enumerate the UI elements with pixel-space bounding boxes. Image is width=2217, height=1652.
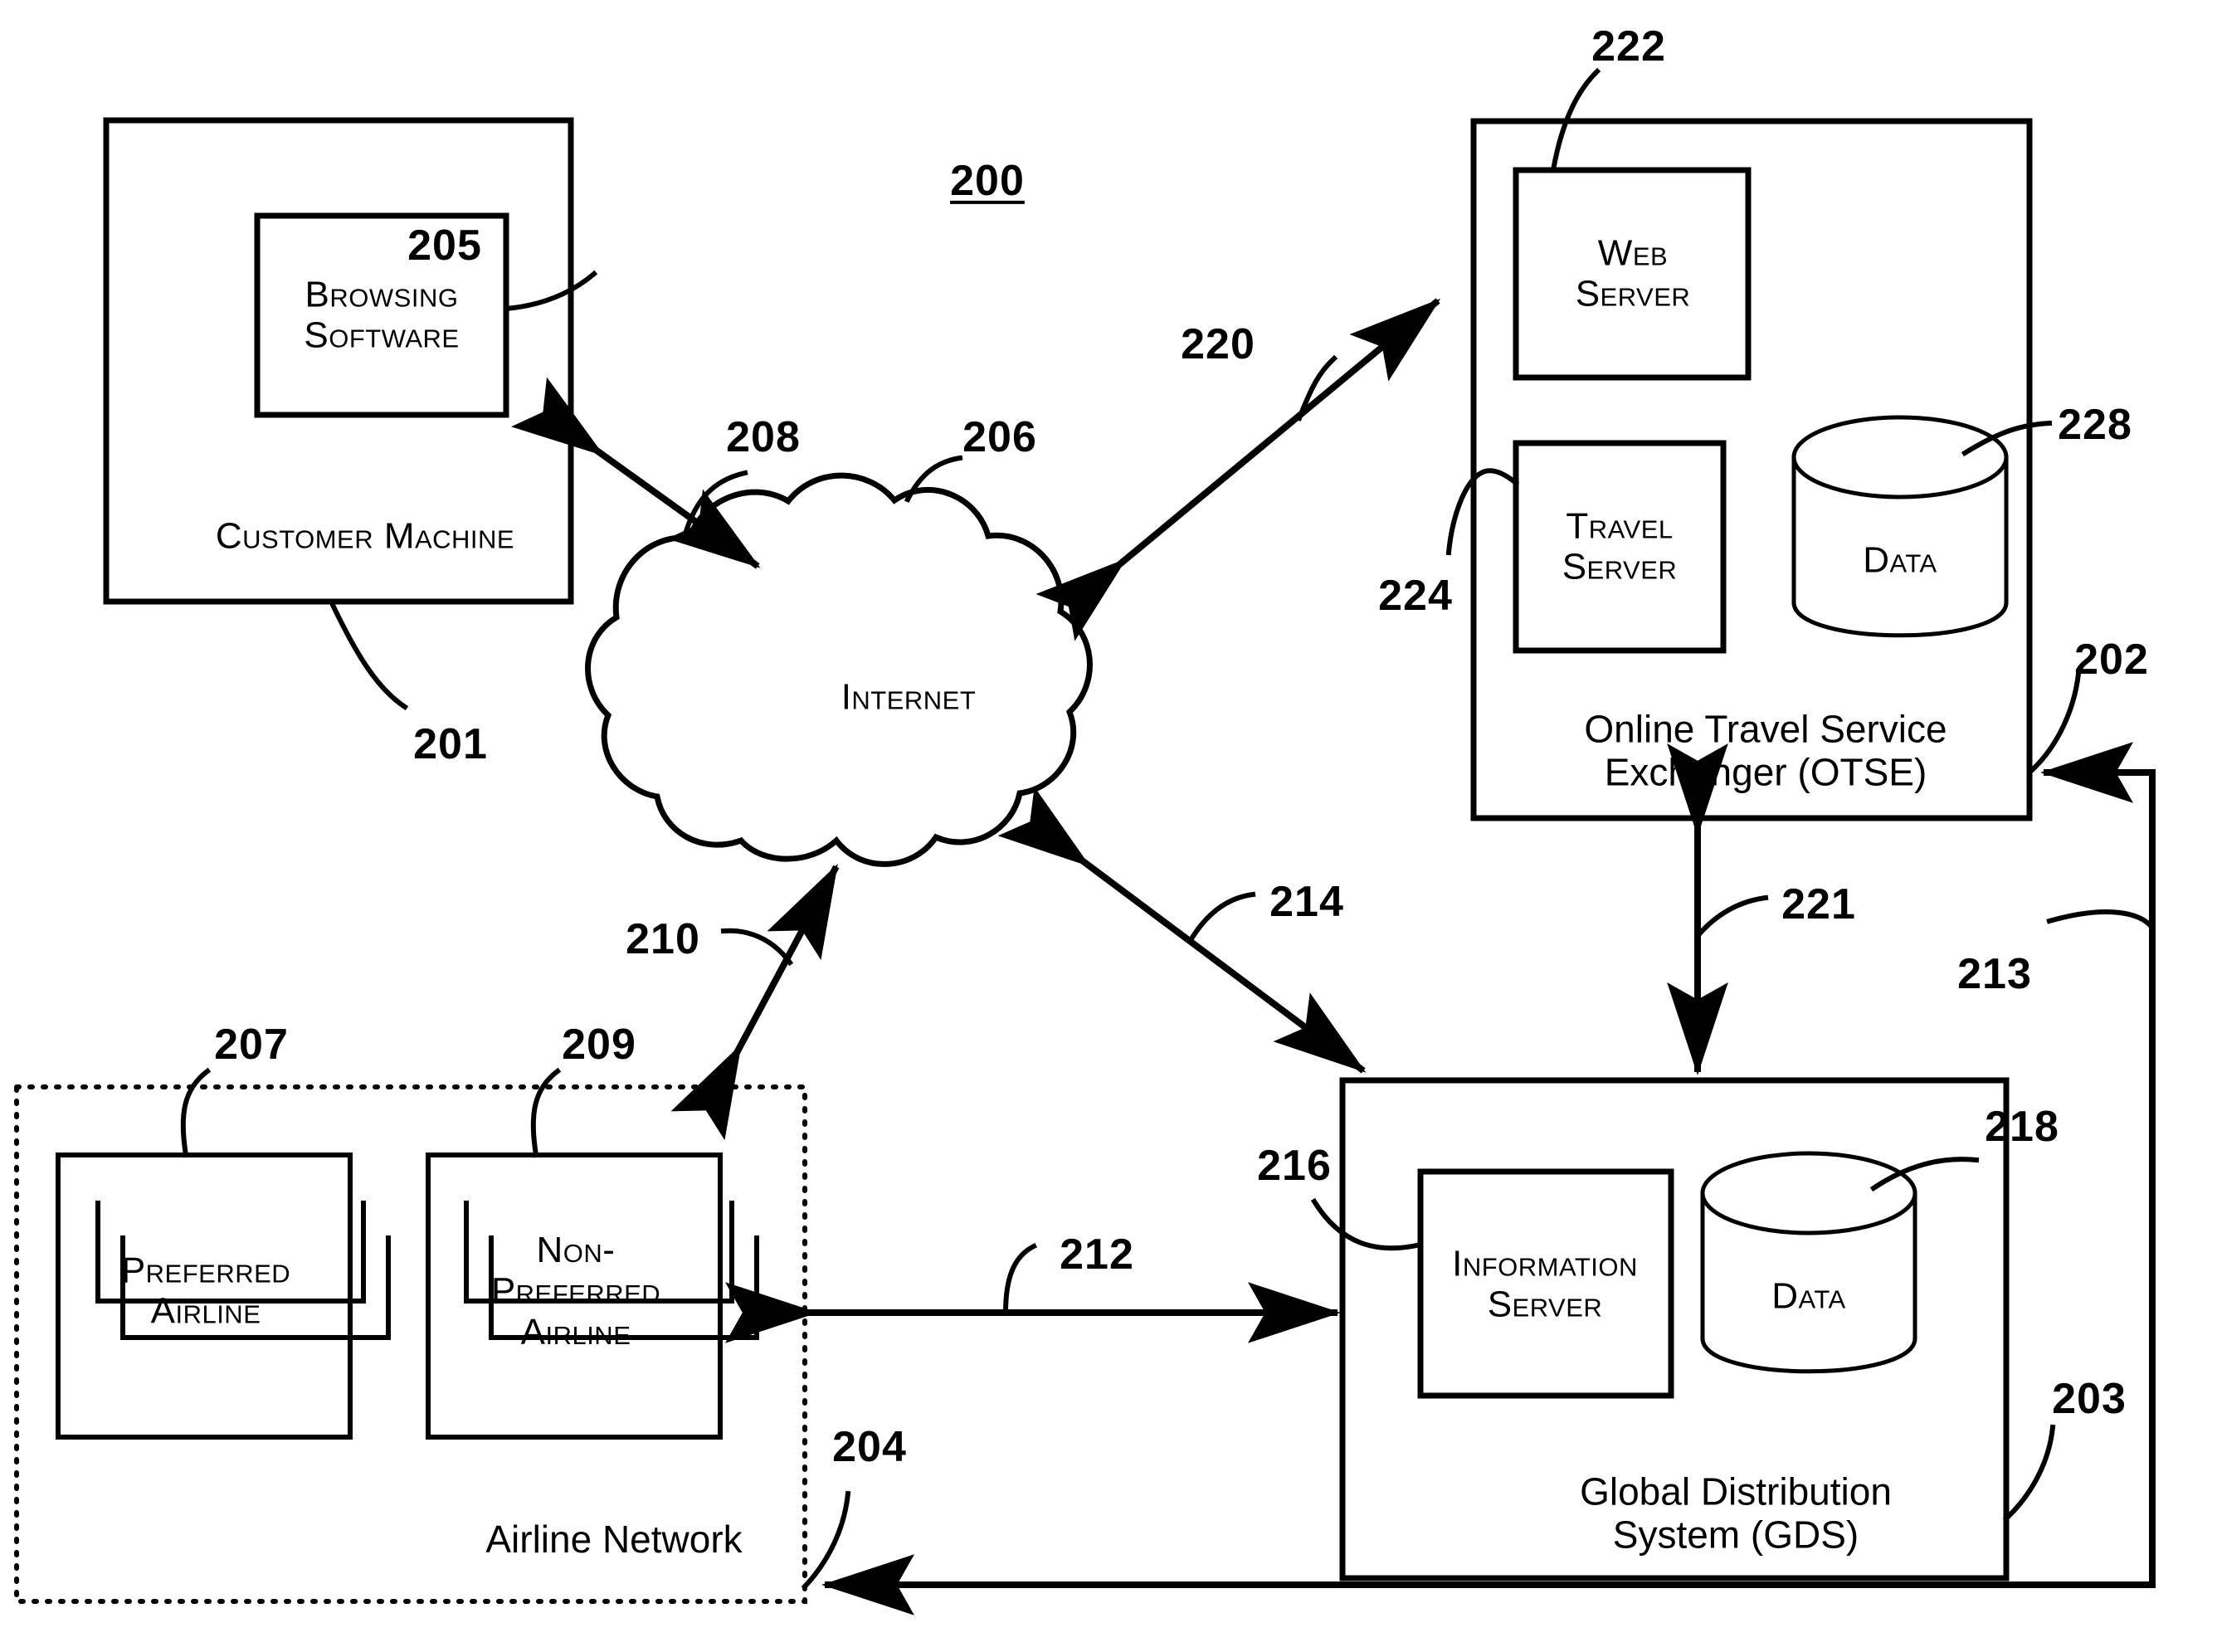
web-server-label: Web Server (1575, 232, 1691, 314)
ref-201: 201 (413, 719, 488, 768)
connector-208 (511, 377, 761, 569)
preferred-airline-label: Preferred Airline (120, 1250, 291, 1332)
ref-202: 202 (2074, 635, 2149, 684)
ref-206: 206 (962, 412, 1037, 461)
ref-210: 210 (626, 914, 700, 963)
travel-server-label: Travel Server (1562, 505, 1678, 587)
ref-222: 222 (1591, 22, 1666, 71)
ref-203: 203 (2052, 1374, 2127, 1423)
airline-network-label: Airline Network (485, 1518, 743, 1562)
ref-209: 209 (562, 1020, 636, 1069)
ref-204: 204 (832, 1422, 907, 1471)
gds-label: Global Distribution System (GDS) (1580, 1469, 1892, 1556)
ref-207: 207 (214, 1020, 289, 1069)
internet-label: Internet (841, 676, 977, 718)
ref-228: 228 (2058, 400, 2132, 449)
connector-213-lower (821, 769, 2156, 1615)
ref-221: 221 (1781, 880, 1856, 928)
ref-208: 208 (726, 412, 801, 461)
customer-machine-label: Customer Machine (215, 515, 515, 557)
figure-number: 200 (950, 156, 1025, 205)
ref-224: 224 (1378, 571, 1453, 620)
ref-213: 213 (1957, 949, 2032, 998)
patent-figure-200: 200 Browsing Software Customer Machine 20… (0, 0, 2217, 1652)
ref-218: 218 (1985, 1102, 2059, 1151)
figure-linework (14, 67, 2156, 1615)
information-server-label: Information Server (1452, 1243, 1638, 1325)
ref-214: 214 (1269, 877, 1344, 926)
otse-label: Online Travel Service Exchanger (OTSE) (1584, 707, 1947, 793)
non-preferred-airline-label: Non- Preferred Airline (490, 1230, 661, 1352)
browsing-software-label: Browsing Software (304, 274, 460, 356)
ref-212: 212 (1060, 1230, 1134, 1279)
ref-205: 205 (407, 221, 482, 270)
ref-216: 216 (1257, 1141, 1332, 1190)
gds-data-label: Data (1771, 1275, 1846, 1317)
ref-220: 220 (1181, 319, 1255, 368)
connector-220 (1035, 298, 1441, 641)
otse-data-label: Data (1863, 539, 1937, 581)
internet-cloud-shape (585, 472, 1093, 867)
